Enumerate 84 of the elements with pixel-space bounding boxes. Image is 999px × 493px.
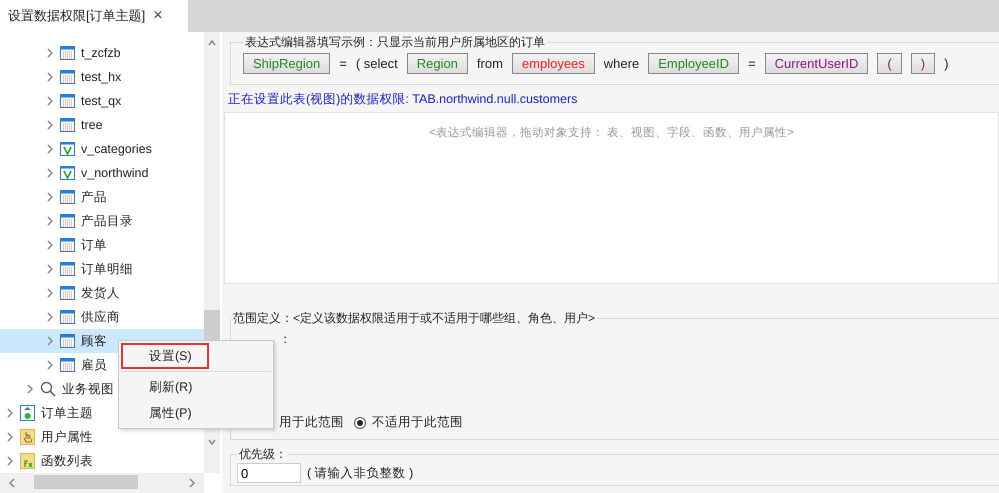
chevron-icon[interactable] [8, 478, 16, 488]
chevron-icon[interactable] [188, 478, 196, 488]
expression-text: ) [944, 56, 948, 71]
table-icon [60, 190, 75, 204]
function-icon [20, 453, 35, 469]
table-icon [60, 310, 75, 324]
tree-item[interactable]: test_qx [0, 89, 204, 113]
tree-item[interactable]: 产品 [0, 185, 204, 209]
token-button[interactable]: ShipRegion [243, 53, 330, 74]
priority-hint: ( 请输入非负整数 ) [307, 464, 414, 482]
chevron-icon[interactable] [46, 72, 54, 82]
status-line: 正在设置此表(视图)的数据权限: TAB.northwind.null.customers [228, 91, 578, 108]
table-icon [60, 94, 75, 108]
chevron-icon[interactable] [208, 437, 216, 447]
close-button[interactable]: × [153, 7, 163, 25]
menu-item[interactable]: 设置(S) [121, 343, 209, 369]
scrollbar-thumb[interactable] [34, 475, 138, 489]
tree-item[interactable]: 产品目录 [0, 209, 204, 233]
table-icon [60, 262, 75, 276]
chevron-icon[interactable] [46, 336, 54, 346]
tree-item[interactable]: 订单明细 [0, 257, 204, 281]
chevron-icon[interactable] [46, 264, 54, 274]
expression-text: = [748, 56, 756, 71]
tree-item[interactable]: 发货人 [0, 281, 204, 305]
chevron-icon[interactable] [6, 408, 14, 418]
editor-placeholder: <表达式编辑器，拖动对象支持： 表、视图、字段、函数、用户属性> [429, 125, 794, 141]
radio-label: 用于此范围 [279, 414, 344, 431]
chevron-icon[interactable] [46, 216, 54, 226]
tab-title[interactable]: 设置数据权限[订单主题] [8, 7, 146, 25]
menu-item[interactable]: 刷新(R) [121, 374, 209, 400]
token-button[interactable]: CurrentUserID [764, 53, 868, 74]
expression-text: = [339, 56, 347, 71]
chevron-icon[interactable] [6, 432, 14, 442]
expression-text: ( select [356, 56, 398, 71]
tree-item[interactable]: 供应商 [0, 305, 204, 329]
chevron-icon[interactable] [46, 360, 54, 370]
example-legend: 表达式编辑器填写示例：只显示当前用户所属地区的订单 [243, 34, 547, 51]
chevron-icon[interactable] [46, 240, 54, 250]
chevron-icon[interactable] [208, 38, 216, 48]
table-icon [60, 238, 75, 252]
table-icon [60, 214, 75, 228]
chevron-icon[interactable] [46, 288, 54, 298]
radio-icon[interactable] [354, 416, 366, 428]
table-icon [60, 286, 75, 300]
chevron-icon[interactable] [46, 144, 54, 154]
tree-item[interactable]: 订单 [0, 233, 204, 257]
table-icon [60, 46, 75, 60]
token-button[interactable]: Region [406, 53, 468, 74]
chevron-icon[interactable] [26, 384, 34, 394]
table-icon [60, 118, 75, 132]
tree-item[interactable]: test_hx [0, 65, 204, 89]
chevron-icon[interactable] [46, 48, 54, 58]
hand-icon [20, 429, 35, 445]
table-icon [60, 358, 75, 372]
table-icon [60, 70, 75, 84]
chevron-icon[interactable] [46, 312, 54, 322]
tree-item[interactable]: t_zcfzb [0, 41, 204, 65]
group-label: ： [279, 331, 293, 348]
chevron-icon[interactable] [6, 456, 14, 466]
token-button[interactable]: ( [877, 53, 902, 74]
priority-input[interactable]: 0 [237, 463, 301, 483]
chevron-icon[interactable] [46, 120, 54, 130]
scope-legend: 范围定义：<定义该数据权限适用于或不适用于哪些组、角色、用户> [231, 310, 598, 327]
chevron-icon[interactable] [46, 168, 54, 178]
tree-item[interactable]: 函数列表 [0, 449, 204, 473]
menu-item[interactable]: 属性(P) [121, 400, 209, 426]
token-button[interactable]: EmployeeID [648, 53, 740, 74]
chevron-icon[interactable] [46, 96, 54, 106]
tree-item[interactable]: 用户属性 [0, 425, 204, 449]
horizontal-scrollbar[interactable] [0, 473, 204, 493]
subject-icon [20, 405, 35, 421]
chevron-icon[interactable] [46, 192, 54, 202]
radio-option[interactable]: 不适用于此范围 [354, 414, 463, 431]
priority-legend: 优先级： [237, 446, 289, 463]
table-icon [60, 334, 75, 348]
tree-item[interactable]: tree [0, 113, 204, 137]
search-icon [40, 381, 56, 397]
tree-item[interactable]: v_northwind [0, 161, 204, 185]
expression-text: from [476, 56, 503, 71]
tree-item[interactable]: v_categories [0, 137, 204, 161]
expression-text: where [604, 56, 640, 71]
view-icon [60, 142, 75, 156]
view-icon [60, 166, 75, 180]
token-button[interactable]: ) [910, 53, 936, 74]
